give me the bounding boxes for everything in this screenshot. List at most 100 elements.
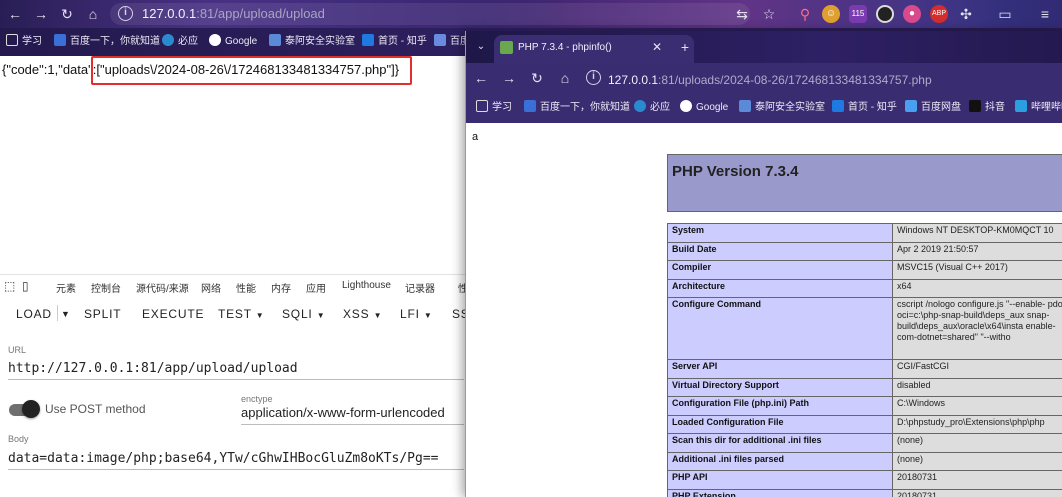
row-value: C:\Windows xyxy=(892,396,1062,416)
bookmark-item[interactable]: 首页 - 知乎 xyxy=(832,100,897,116)
bookmark-item[interactable]: 百度网盘 xyxy=(905,100,961,116)
sqli-menu-button[interactable]: SQLI ▼ xyxy=(282,307,325,321)
reload-icon[interactable]: ↻ xyxy=(58,5,76,23)
bookmark-label: 学习 xyxy=(22,36,42,47)
row-value: Windows NT DESKTOP-KM0MQCT 10 xyxy=(892,223,1062,243)
lfi-label: LFI xyxy=(400,307,420,321)
devtools-tab[interactable]: 性能 xyxy=(236,280,256,295)
extension-115-icon[interactable]: 115 xyxy=(849,5,867,23)
sqli-label: SQLI xyxy=(282,307,313,321)
close-tab-icon[interactable]: ✕ xyxy=(648,38,666,56)
bookmark-label: 学习 xyxy=(492,102,512,113)
tab-list-icon[interactable]: ⌄ xyxy=(472,38,490,56)
bookmark-item[interactable]: 必应 xyxy=(162,34,198,50)
devtools-tab[interactable]: 元素 xyxy=(56,280,76,295)
row-value: 20180731 xyxy=(892,488,1062,497)
devtools-tab[interactable]: 应用 xyxy=(306,280,326,295)
translate-icon[interactable]: ⇆ xyxy=(733,5,751,23)
url-host: 127.0.0.1 xyxy=(142,6,197,21)
bookmark-item[interactable]: 泰阿安全实验室 xyxy=(739,100,825,116)
enctype-underline xyxy=(241,424,464,425)
url-path: :81/app/upload/upload xyxy=(196,6,325,21)
bookmark-item[interactable]: 抖音 xyxy=(969,100,1005,116)
body-input[interactable]: data=data:image/php;base64,YTw/cGhwIHBoc… xyxy=(8,451,438,466)
table-row: Additional .ini files parsed (none) xyxy=(667,451,1062,471)
device-toggle-icon[interactable]: ▯ xyxy=(22,279,29,293)
extension-circle-icon[interactable] xyxy=(876,5,894,23)
xss-menu-button[interactable]: XSS ▼ xyxy=(343,307,382,321)
post-toggle-knob[interactable] xyxy=(22,400,40,418)
devtools-tab[interactable]: 控制台 xyxy=(91,280,121,295)
row-key: Configure Command xyxy=(667,297,893,360)
caret-down-icon: ▼ xyxy=(373,311,383,320)
url-field-label: URL xyxy=(8,345,27,355)
bookmark-item[interactable]: 学习 xyxy=(476,100,512,116)
forward-icon[interactable]: → xyxy=(500,69,518,87)
bookmark-item[interactable]: 哔哩哔哩 xyxy=(1015,100,1062,116)
enctype-select[interactable]: application/x-www-form-urlencoded xyxy=(241,405,445,420)
xss-label: XSS xyxy=(343,307,370,321)
row-value: disabled xyxy=(892,377,1062,397)
new-tab-icon[interactable]: + xyxy=(676,38,694,56)
back-icon[interactable]: ← xyxy=(472,69,490,87)
row-value: D:\phpstudy_pro\Extensions\php\php xyxy=(892,414,1062,434)
php-favicon-icon xyxy=(500,41,513,54)
bookmark-item[interactable]: Google xyxy=(209,34,257,50)
bookmark-item[interactable]: Google xyxy=(680,100,728,116)
lfi-menu-button[interactable]: LFI ▼ xyxy=(400,307,433,321)
table-row: Compiler MSVC15 (Visual C++ 2017) xyxy=(667,260,1062,280)
divider xyxy=(57,305,58,321)
devtools-tab[interactable]: Lighthouse xyxy=(342,280,391,291)
load-button[interactable]: LOAD xyxy=(16,307,52,321)
back-icon[interactable]: ← xyxy=(6,5,24,23)
bookmark-item[interactable]: 必应 xyxy=(634,100,670,116)
menu-icon[interactable]: ≡ xyxy=(1036,5,1054,23)
execute-button[interactable]: EXECUTE xyxy=(142,307,204,321)
address-url[interactable]: 127.0.0.1:81/uploads/2024-08-26/17246813… xyxy=(608,73,932,87)
search-icon[interactable]: ⚲ xyxy=(796,5,814,23)
split-button[interactable]: SPLIT xyxy=(84,307,121,321)
bookmark-item[interactable]: 学习 xyxy=(6,34,42,50)
bookmark-item[interactable]: 首页 - 知乎 xyxy=(362,34,427,50)
load-dropdown-icon[interactable]: ▼ xyxy=(61,309,71,319)
bookmark-label: Google xyxy=(696,102,729,113)
devtools-tab[interactable]: 内存 xyxy=(271,280,291,295)
bookmark-item[interactable]: 百度一下，你就知道 xyxy=(524,100,630,116)
test-menu-button[interactable]: TEST ▼ xyxy=(218,307,265,321)
url-input-underline xyxy=(8,379,464,380)
url-input[interactable]: http://127.0.0.1:81/app/upload/upload xyxy=(8,361,298,376)
bookmark-item[interactable]: 泰阿安全实验室 xyxy=(269,34,355,50)
sidebar-icon[interactable]: ▭ xyxy=(996,5,1014,23)
row-key: Scan this dir for additional .ini files xyxy=(667,433,893,453)
devtools-tab[interactable]: 记录器 xyxy=(405,280,435,295)
row-key: Build Date xyxy=(667,241,893,261)
forward-icon[interactable]: → xyxy=(32,5,50,23)
ext-badge-text: 115 xyxy=(851,9,865,18)
bookmark-star-icon[interactable]: ☆ xyxy=(760,5,778,23)
home-icon[interactable]: ⌂ xyxy=(84,5,102,23)
reload-icon[interactable]: ↻ xyxy=(528,69,546,87)
extension-pink-icon[interactable]: ● xyxy=(903,5,921,23)
bookmark-label: 泰阿安全实验室 xyxy=(285,36,355,47)
enctype-label: enctype xyxy=(241,394,273,404)
site-info-icon[interactable]: i xyxy=(118,6,133,21)
right-browser-window: ⌄ PHP 7.3.4 - phpinfo() ✕ + ← → ↻ ⌂ i 12… xyxy=(465,31,1062,497)
row-value: x64 xyxy=(892,278,1062,298)
devtools-tab[interactable]: 网络 xyxy=(201,280,221,295)
address-url[interactable]: 127.0.0.1:81/app/upload/upload xyxy=(142,6,325,21)
test-label: TEST xyxy=(218,307,252,321)
home-icon[interactable]: ⌂ xyxy=(556,69,574,87)
caret-down-icon: ▼ xyxy=(423,311,433,320)
site-info-icon[interactable]: i xyxy=(586,70,601,85)
inspect-element-icon[interactable]: ⬚ xyxy=(4,279,15,293)
bookmark-label: 必应 xyxy=(178,36,198,47)
caret-down-icon: ▼ xyxy=(316,311,326,320)
devtools-tab[interactable]: 源代码/来源 xyxy=(136,280,189,295)
table-row: System Windows NT DESKTOP-KM0MQCT 10 xyxy=(667,223,1062,243)
extensions-puzzle-icon[interactable]: ✣ xyxy=(957,5,975,23)
highlight-box xyxy=(91,56,412,85)
table-row: Architecture x64 xyxy=(667,278,1062,298)
extension-avatar-icon[interactable]: ☺ xyxy=(822,5,840,23)
adblock-icon[interactable]: ABP xyxy=(930,5,948,23)
bookmark-item[interactable]: 百度一下，你就知道 xyxy=(54,34,160,50)
